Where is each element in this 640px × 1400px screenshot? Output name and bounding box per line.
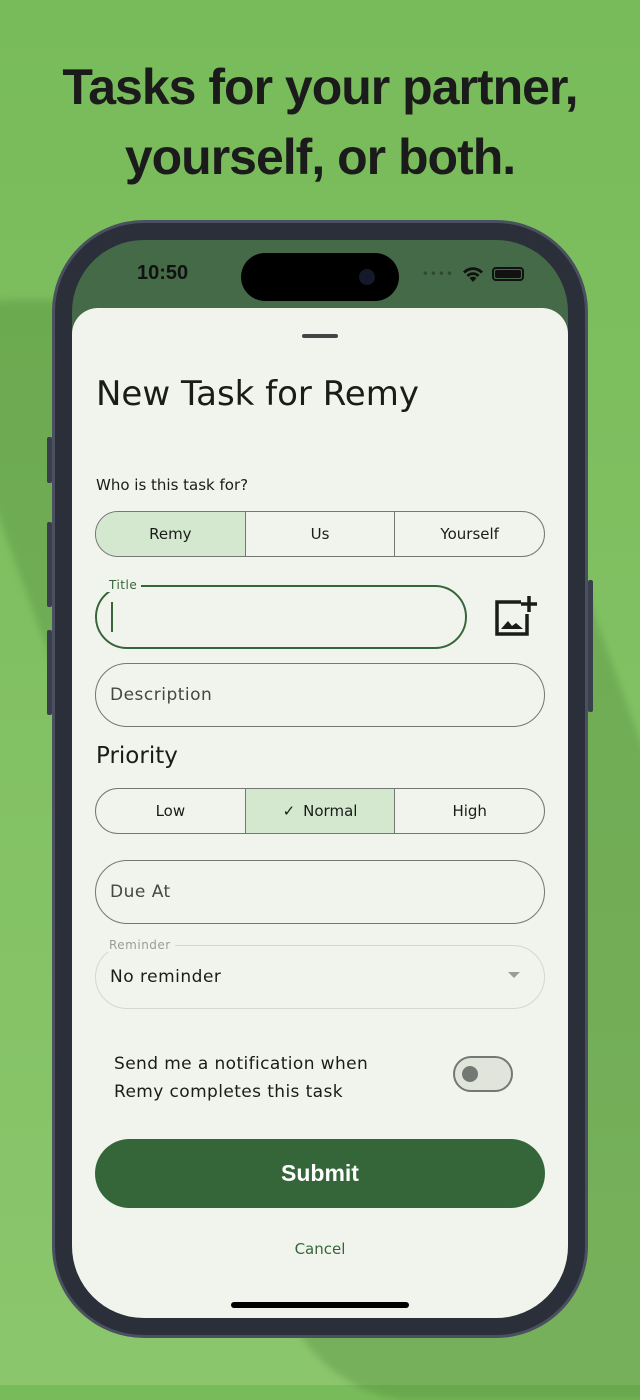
priority-segmented: Low ✓ Normal High [95,788,545,834]
dynamic-island [241,253,399,301]
check-icon: ✓ [282,802,296,820]
camera-icon [359,269,375,285]
priority-option-high[interactable]: High [395,789,544,833]
dropdown-arrow-icon [508,972,520,978]
text-cursor [111,602,113,632]
headline-line-1: Tasks for your partner, [62,59,578,115]
headline: Tasks for your partner, yourself, or bot… [0,52,640,192]
battery-icon [492,267,524,281]
title-label: Title [105,578,142,592]
new-task-sheet: New Task for Remy Who is this task for? … [72,308,568,1318]
cancel-button[interactable]: Cancel [72,1240,568,1258]
page-title: New Task for Remy [96,374,419,414]
priority-option-label: Normal [303,802,358,820]
notify-line-1: Send me a notification when [114,1054,369,1074]
assignee-option-remy[interactable]: Remy [96,512,246,556]
due-at-placeholder: Due At [110,882,171,902]
priority-option-low[interactable]: Low [96,789,246,833]
phone-screen: 10:50 •••• New Task for Remy Who is this… [72,240,568,1318]
priority-label: Priority [96,743,178,769]
home-indicator[interactable] [231,1302,409,1308]
description-placeholder: Description [110,685,213,705]
drag-handle[interactable] [302,334,338,338]
reminder-value: No reminder [110,967,222,987]
status-time: 10:50 [137,262,189,284]
description-input[interactable]: Description [95,663,545,727]
phone-button [588,580,593,712]
notify-line-2: Remy completes this task [114,1082,344,1102]
due-at-input[interactable]: Due At [95,860,545,924]
headline-line-2: yourself, or both. [124,129,516,185]
notify-toggle[interactable] [453,1056,513,1092]
assignee-label: Who is this task for? [96,476,249,494]
assignee-option-us[interactable]: Us [246,512,396,556]
phone-button [47,630,52,715]
reminder-label: Reminder [105,938,175,952]
notify-text: Send me a notification when Remy complet… [114,1050,368,1106]
wifi-icon [463,267,483,282]
assignee-option-yourself[interactable]: Yourself [395,512,544,556]
add-photo-icon[interactable] [493,596,537,638]
submit-button[interactable]: Submit [95,1139,545,1208]
priority-option-normal[interactable]: ✓ Normal [245,789,396,833]
title-input[interactable] [95,585,467,649]
toggle-thumb [462,1066,478,1082]
assignee-segmented: Remy Us Yourself [95,511,545,557]
phone-button [47,437,52,483]
status-icons: •••• [422,266,524,282]
phone-button [47,522,52,607]
reminder-dropdown[interactable]: No reminder [95,945,545,1009]
signal-dots-icon: •••• [421,267,454,281]
